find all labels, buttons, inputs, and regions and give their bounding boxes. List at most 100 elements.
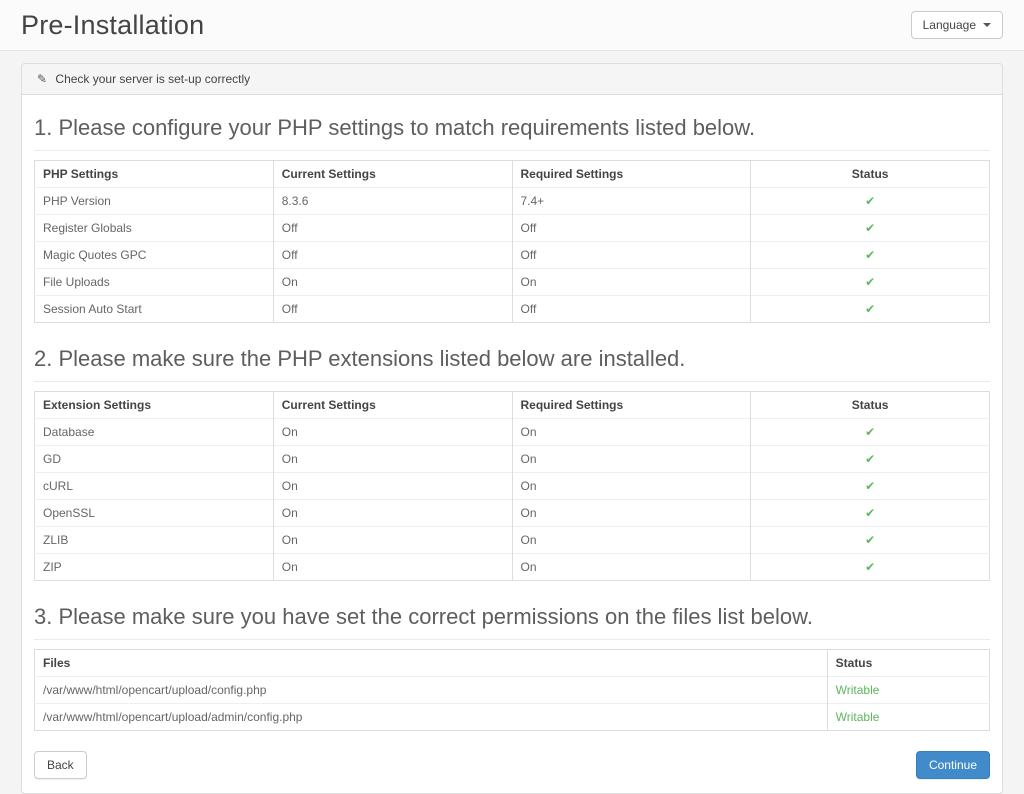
table-cell: Session Auto Start	[35, 296, 274, 323]
table-row: Register GlobalsOffOff✔	[35, 215, 990, 242]
table-cell: Off	[273, 296, 512, 323]
table-row: File UploadsOnOn✔	[35, 269, 990, 296]
status-cell: ✔	[751, 215, 990, 242]
status-cell: ✔	[751, 419, 990, 446]
table-cell: File Uploads	[35, 269, 274, 296]
continue-button[interactable]: Continue	[916, 751, 990, 779]
table-row: ZIPOnOn✔	[35, 554, 990, 581]
table-cell: 8.3.6	[273, 188, 512, 215]
table-cell: On	[512, 269, 751, 296]
section-php-settings: 1. Please configure your PHP settings to…	[34, 110, 990, 323]
table-cell: On	[512, 473, 751, 500]
table-cell: ZIP	[35, 554, 274, 581]
table-row: Session Auto StartOffOff✔	[35, 296, 990, 323]
back-button[interactable]: Back	[34, 751, 87, 779]
table-row: GDOnOn✔	[35, 446, 990, 473]
table-cell: Off	[512, 296, 751, 323]
table-cell: Off	[273, 242, 512, 269]
status-cell: ✔	[751, 242, 990, 269]
table-cell: /var/www/html/opencart/upload/admin/conf…	[35, 704, 828, 731]
section-php-extensions: 2. Please make sure the PHP extensions l…	[34, 341, 990, 581]
table-cell: Magic Quotes GPC	[35, 242, 274, 269]
page-header: Pre-Installation Language	[0, 0, 1024, 51]
table-header-row: Files Status	[35, 650, 990, 677]
column-header: Required Settings	[512, 392, 751, 419]
table-row: /var/www/html/opencart/upload/config.php…	[35, 677, 990, 704]
table-row: DatabaseOnOn✔	[35, 419, 990, 446]
panel-heading: ✎ Check your server is set-up correctly	[22, 64, 1002, 95]
table-cell: On	[273, 554, 512, 581]
pencil-icon: ✎	[37, 72, 47, 86]
table-cell: GD	[35, 446, 274, 473]
status-cell: ✔	[751, 527, 990, 554]
table-cell: On	[273, 527, 512, 554]
check-icon: ✔	[865, 452, 875, 466]
check-icon: ✔	[865, 479, 875, 493]
status-cell: Writable	[827, 704, 989, 731]
table-cell: Register Globals	[35, 215, 274, 242]
status-cell: ✔	[751, 296, 990, 323]
footer-button-row: Back Continue	[34, 751, 990, 779]
table-cell: Off	[512, 242, 751, 269]
pre-installation-panel: ✎ Check your server is set-up correctly …	[21, 63, 1003, 794]
column-header: Current Settings	[273, 161, 512, 188]
caret-down-icon	[983, 23, 991, 27]
table-cell: On	[512, 446, 751, 473]
column-header: Current Settings	[273, 392, 512, 419]
table-cell: On	[512, 554, 751, 581]
status-cell: ✔	[751, 554, 990, 581]
status-cell: ✔	[751, 188, 990, 215]
writable-status: Writable	[836, 710, 880, 724]
check-icon: ✔	[865, 533, 875, 547]
table-cell: Off	[512, 215, 751, 242]
content-area: ✎ Check your server is set-up correctly …	[0, 51, 1024, 794]
section-file-permissions: 3. Please make sure you have set the cor…	[34, 599, 990, 731]
check-icon: ✔	[865, 425, 875, 439]
table-cell: On	[512, 500, 751, 527]
language-dropdown-button[interactable]: Language	[911, 11, 1003, 39]
section-title-file-permissions: 3. Please make sure you have set the cor…	[34, 599, 990, 640]
check-icon: ✔	[865, 248, 875, 262]
check-icon: ✔	[865, 506, 875, 520]
table-row: OpenSSLOnOn✔	[35, 500, 990, 527]
table-row: ZLIBOnOn✔	[35, 527, 990, 554]
status-cell: Writable	[827, 677, 989, 704]
php-settings-table: PHP Settings Current Settings Required S…	[34, 160, 990, 323]
extension-settings-table: Extension Settings Current Settings Requ…	[34, 391, 990, 581]
table-cell: On	[512, 527, 751, 554]
column-header: Extension Settings	[35, 392, 274, 419]
check-icon: ✔	[865, 194, 875, 208]
table-cell: On	[512, 419, 751, 446]
table-row: /var/www/html/opencart/upload/admin/conf…	[35, 704, 990, 731]
column-header: Status	[751, 161, 990, 188]
language-button-label: Language	[923, 18, 976, 32]
table-cell: On	[273, 269, 512, 296]
column-header: Status	[751, 392, 990, 419]
table-cell: 7.4+	[512, 188, 751, 215]
table-cell: Database	[35, 419, 274, 446]
column-header: Required Settings	[512, 161, 751, 188]
section-title-php-extensions: 2. Please make sure the PHP extensions l…	[34, 341, 990, 382]
check-icon: ✔	[865, 275, 875, 289]
table-cell: Off	[273, 215, 512, 242]
status-cell: ✔	[751, 269, 990, 296]
column-header: Files	[35, 650, 828, 677]
table-cell: /var/www/html/opencart/upload/config.php	[35, 677, 828, 704]
table-header-row: PHP Settings Current Settings Required S…	[35, 161, 990, 188]
table-row: cURLOnOn✔	[35, 473, 990, 500]
table-cell: On	[273, 446, 512, 473]
table-cell: On	[273, 500, 512, 527]
table-cell: PHP Version	[35, 188, 274, 215]
panel-body: 1. Please configure your PHP settings to…	[22, 95, 1002, 793]
files-table: Files Status /var/www/html/opencart/uplo…	[34, 649, 990, 731]
table-header-row: Extension Settings Current Settings Requ…	[35, 392, 990, 419]
table-cell: OpenSSL	[35, 500, 274, 527]
status-cell: ✔	[751, 446, 990, 473]
table-cell: On	[273, 419, 512, 446]
table-row: Magic Quotes GPCOffOff✔	[35, 242, 990, 269]
page-title: Pre-Installation	[21, 10, 204, 41]
check-icon: ✔	[865, 302, 875, 316]
table-cell: ZLIB	[35, 527, 274, 554]
column-header: PHP Settings	[35, 161, 274, 188]
section-title-php-settings: 1. Please configure your PHP settings to…	[34, 110, 990, 151]
